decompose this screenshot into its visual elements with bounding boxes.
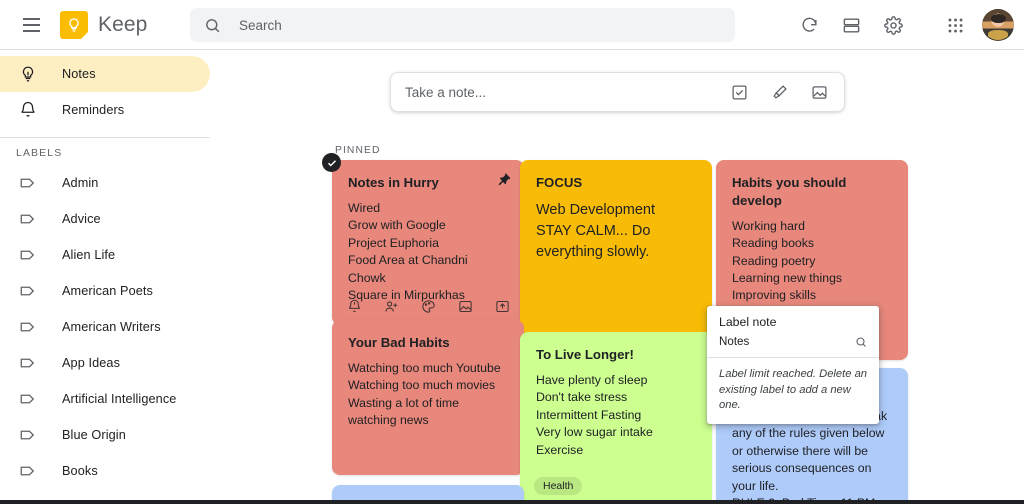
label-limit-message: Label limit reached. Delete an existing … — [707, 358, 879, 424]
app-title: Keep — [98, 13, 147, 37]
note-action-bar — [346, 298, 511, 315]
note-label-chip[interactable]: Health — [534, 477, 582, 495]
composer-actions — [728, 81, 830, 103]
sidebar-item-notes[interactable]: Notes — [0, 56, 210, 92]
label-tag-icon — [14, 390, 42, 408]
sidebar-item-label: American Writers — [62, 320, 161, 334]
sidebar-item-label: American Poets — [62, 284, 153, 298]
bell-icon — [14, 101, 42, 119]
sidebar-item-american-poets[interactable]: American Poets — [0, 273, 210, 309]
sidebar-item-label: Blue Origin — [62, 428, 126, 442]
search-input[interactable]: Search — [190, 8, 735, 42]
sidebar-divider — [0, 137, 210, 138]
label-tag-icon — [14, 246, 42, 264]
app-header: Keep Search — [0, 0, 1024, 50]
header-actions — [790, 0, 1014, 50]
list-view-icon[interactable] — [832, 6, 870, 44]
collaborator-icon[interactable] — [383, 298, 400, 315]
note-title: Notes in Hurry — [348, 174, 508, 192]
label-note-popup[interactable]: Label note Notes Label limit reached. De… — [707, 306, 879, 424]
label-tag-icon — [14, 174, 42, 192]
refresh-icon[interactable] — [790, 6, 828, 44]
keep-bulb-icon — [60, 11, 88, 39]
label-popup-heading: Label note — [707, 306, 879, 333]
label-tag-icon — [14, 426, 42, 444]
keep-app: Keep Search — [0, 0, 1024, 504]
note-composer[interactable]: Take a note... — [390, 72, 845, 112]
reminder-bell-icon[interactable] — [346, 298, 363, 315]
sidebar-item-blue-origin[interactable]: Blue Origin — [0, 417, 210, 453]
note-title: FOCUS — [536, 174, 696, 192]
label-tag-icon — [14, 354, 42, 372]
sidebar-item-label: App Ideas — [62, 356, 120, 370]
apps-grid-icon[interactable] — [936, 6, 974, 44]
pinned-heading: PINNED — [335, 145, 381, 156]
hamburger-icon[interactable] — [8, 2, 54, 48]
note-body: Have plenty of sleep Don't take stress I… — [536, 372, 696, 459]
sidebar-item-label: Advice — [62, 212, 101, 226]
sidebar-item-label: Notes — [62, 67, 96, 81]
note-card[interactable]: Your Bad Habits Watching too much Youtub… — [332, 320, 524, 475]
keep-logo[interactable]: Keep — [60, 11, 147, 39]
bottom-edge-bar — [0, 500, 1024, 504]
note-body: Watching too much Youtube Watching too m… — [348, 360, 508, 430]
note-card[interactable]: FOCUS Web Development STAY CALM... Do ev… — [520, 160, 712, 340]
search-icon — [204, 17, 221, 34]
sidebar-item-label: Admin — [62, 176, 98, 190]
sidebar-item-alien-life[interactable]: Alien Life — [0, 237, 210, 273]
note-title: Habits you should develop — [732, 174, 892, 210]
sidebar-item-reminders[interactable]: Reminders — [0, 92, 210, 128]
note-title: Your Bad Habits — [348, 334, 508, 352]
sidebar-item-label: Books — [62, 464, 98, 478]
sidebar-item-advice[interactable]: Advice — [0, 201, 210, 237]
note-title: To Live Longer! — [536, 346, 696, 364]
search-placeholder: Search — [239, 18, 282, 33]
pin-icon[interactable] — [497, 172, 512, 192]
note-body: Wired Grow with Google Project Euphoria … — [348, 200, 508, 305]
label-tag-icon — [14, 318, 42, 336]
new-list-icon[interactable] — [728, 81, 750, 103]
sidebar-item-label: Alien Life — [62, 248, 115, 262]
image-icon[interactable] — [457, 298, 474, 315]
label-popup-search-row[interactable]: Notes — [707, 333, 879, 358]
take-a-note-input[interactable]: Take a note... — [405, 85, 728, 100]
label-tag-icon — [14, 462, 42, 480]
main-content: Take a note... PI — [222, 50, 1024, 504]
image-icon[interactable] — [808, 81, 830, 103]
labels-heading: LABELS — [0, 147, 222, 159]
brush-icon[interactable] — [768, 81, 790, 103]
sidebar-item-label: Reminders — [62, 103, 124, 117]
sidebar-item-artificial-intelligence[interactable]: Artificial Intelligence — [0, 381, 210, 417]
settings-gear-icon[interactable] — [874, 6, 912, 44]
label-search-input[interactable]: Notes — [719, 335, 855, 348]
sidebar-item-admin[interactable]: Admin — [0, 165, 210, 201]
sidebar-item-american-writers[interactable]: American Writers — [0, 309, 210, 345]
avatar[interactable] — [982, 9, 1014, 41]
archive-icon[interactable] — [494, 298, 511, 315]
note-card[interactable]: Notes in Hurry Wired Grow with Google Pr… — [332, 160, 524, 325]
color-palette-icon[interactable] — [420, 298, 437, 315]
sidebar-item-app-ideas[interactable]: App Ideas — [0, 345, 210, 381]
note-selected-checkmark[interactable] — [322, 153, 341, 172]
sidebar-item-books[interactable]: Books — [0, 453, 210, 489]
note-card[interactable]: To Live Longer! Have plenty of sleep Don… — [520, 332, 712, 504]
label-tag-icon — [14, 210, 42, 228]
sidebar: Notes Reminders LABELS Admin — [0, 50, 222, 504]
note-body: Web Development STAY CALM... Do everythi… — [536, 200, 696, 263]
sidebar-item-label: Artificial Intelligence — [62, 392, 176, 406]
search-icon — [855, 336, 867, 348]
bulb-icon — [14, 65, 42, 83]
label-tag-icon — [14, 282, 42, 300]
